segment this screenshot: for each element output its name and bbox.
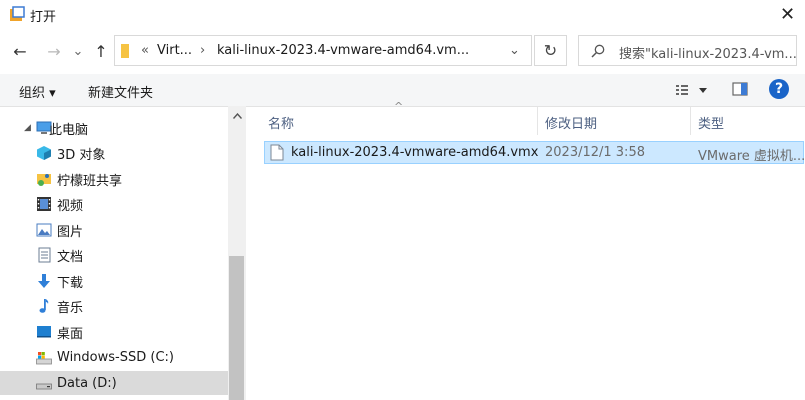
video-icon	[37, 197, 51, 211]
close-icon: ✕	[779, 3, 796, 25]
nav-item-label: Windows-SSD (C:)	[57, 349, 174, 365]
nav-item-videos[interactable]: 视频	[0, 192, 228, 216]
3d-objects-icon	[37, 146, 51, 160]
column-header-name[interactable]: 名称	[268, 113, 294, 132]
breadcrumb-separator: ›	[200, 43, 206, 58]
nav-item-downloads[interactable]: 下载	[0, 269, 228, 293]
back-arrow-icon: ←	[13, 41, 27, 61]
address-dropdown-icon[interactable]: ⌄	[509, 43, 520, 58]
breadcrumb-item-current[interactable]: kali-linux-2023.4-vmware-amd64.vm...	[217, 43, 469, 58]
title-bar: 打开 ✕	[0, 0, 805, 30]
address-bar[interactable]: « Virt... › kali-linux-2023.4-vmware-amd…	[114, 35, 532, 66]
forward-arrow-icon: →	[47, 41, 61, 61]
nav-item-pictures[interactable]: 图片	[0, 218, 228, 242]
chevron-down-icon: ⌄	[72, 43, 84, 59]
file-icon	[270, 144, 284, 161]
column-header-date-modified[interactable]: 修改日期	[545, 113, 597, 132]
drive-icon	[36, 383, 52, 390]
shared-folder-icon	[37, 174, 51, 186]
nav-item-shared-folder[interactable]: 柠檬班共享	[0, 167, 228, 191]
nav-item-label: 此电脑	[49, 122, 89, 138]
preview-pane-icon[interactable]	[732, 82, 748, 96]
nav-item-label: 3D 对象	[57, 147, 106, 163]
search-box[interactable]: 搜索"kali-linux-2023.4-vm...	[578, 35, 797, 66]
navigation-pane: ◢ 此电脑 3D 对象 柠檬班共享 视频 图片 文档 下载 音乐 桌面 Wind…	[0, 106, 246, 400]
nav-item-drive-d-selected[interactable]: Data (D:)	[0, 371, 228, 395]
forward-button[interactable]: →	[43, 40, 65, 62]
nav-item-drive-c[interactable]: Windows-SSD (C:)	[0, 345, 228, 369]
refresh-button[interactable]: ↻	[534, 35, 567, 66]
column-divider[interactable]	[690, 107, 691, 135]
column-header-type[interactable]: 类型	[698, 113, 724, 132]
music-icon	[39, 299, 49, 313]
folder-icon	[121, 44, 129, 58]
help-icon: ?	[774, 81, 784, 97]
nav-item-label: 柠檬班共享	[57, 173, 123, 189]
collapse-arrow-icon[interactable]: ◢	[24, 123, 31, 133]
organize-button[interactable]: 组织 ▾	[19, 82, 56, 101]
breadcrumb-overflow[interactable]: «	[141, 43, 149, 58]
nav-item-label: 音乐	[57, 300, 84, 316]
nav-item-music[interactable]: 音乐	[0, 294, 228, 318]
sort-ascending-icon: ^	[394, 100, 404, 113]
caret-down-icon	[699, 88, 707, 93]
nav-item-label: 文档	[57, 249, 84, 265]
nav-item-label: 下载	[57, 275, 84, 291]
back-button[interactable]: ←	[9, 40, 31, 62]
open-dialog-icon	[10, 6, 25, 21]
search-icon	[591, 44, 605, 58]
details-view-icon	[676, 85, 688, 95]
pictures-icon	[36, 223, 52, 237]
file-date-modified: 2023/12/1 3:58	[545, 145, 645, 160]
new-folder-button[interactable]: 新建文件夹	[88, 82, 153, 101]
close-button[interactable]: ✕	[770, 0, 805, 28]
scroll-up-icon[interactable]	[233, 113, 242, 119]
view-options-button[interactable]	[672, 80, 710, 100]
recent-locations-button[interactable]: ⌄	[67, 40, 89, 62]
search-input[interactable]: 搜索"kali-linux-2023.4-vm...	[619, 43, 797, 62]
breadcrumb-item-virt[interactable]: Virt...	[157, 43, 192, 58]
file-name[interactable]: kali-linux-2023.4-vmware-amd64.vmx	[291, 145, 538, 160]
documents-icon	[38, 247, 51, 263]
file-type: VMware 虚拟机...	[698, 149, 805, 164]
up-arrow-icon: ↑	[94, 41, 108, 61]
window-title: 打开	[30, 10, 57, 25]
column-divider[interactable]	[537, 107, 538, 135]
nav-item-label: 视频	[57, 198, 84, 214]
up-button[interactable]: ↑	[90, 40, 112, 62]
system-drive-icon	[36, 352, 52, 365]
nav-item-desktop[interactable]: 桌面	[0, 320, 228, 344]
refresh-icon: ↻	[543, 41, 558, 60]
nav-item-this-pc[interactable]: ◢ 此电脑	[0, 116, 228, 140]
nav-item-label: 桌面	[57, 326, 84, 342]
scrollbar-thumb[interactable]	[229, 256, 244, 400]
nav-item-3d-objects[interactable]: 3D 对象	[0, 141, 228, 165]
nav-item-label: Data (D:)	[57, 375, 117, 391]
desktop-icon	[37, 326, 51, 338]
download-icon	[38, 274, 50, 288]
nav-item-label: 图片	[57, 224, 84, 240]
nav-item-documents[interactable]: 文档	[0, 243, 228, 267]
help-button[interactable]: ?	[769, 79, 789, 99]
